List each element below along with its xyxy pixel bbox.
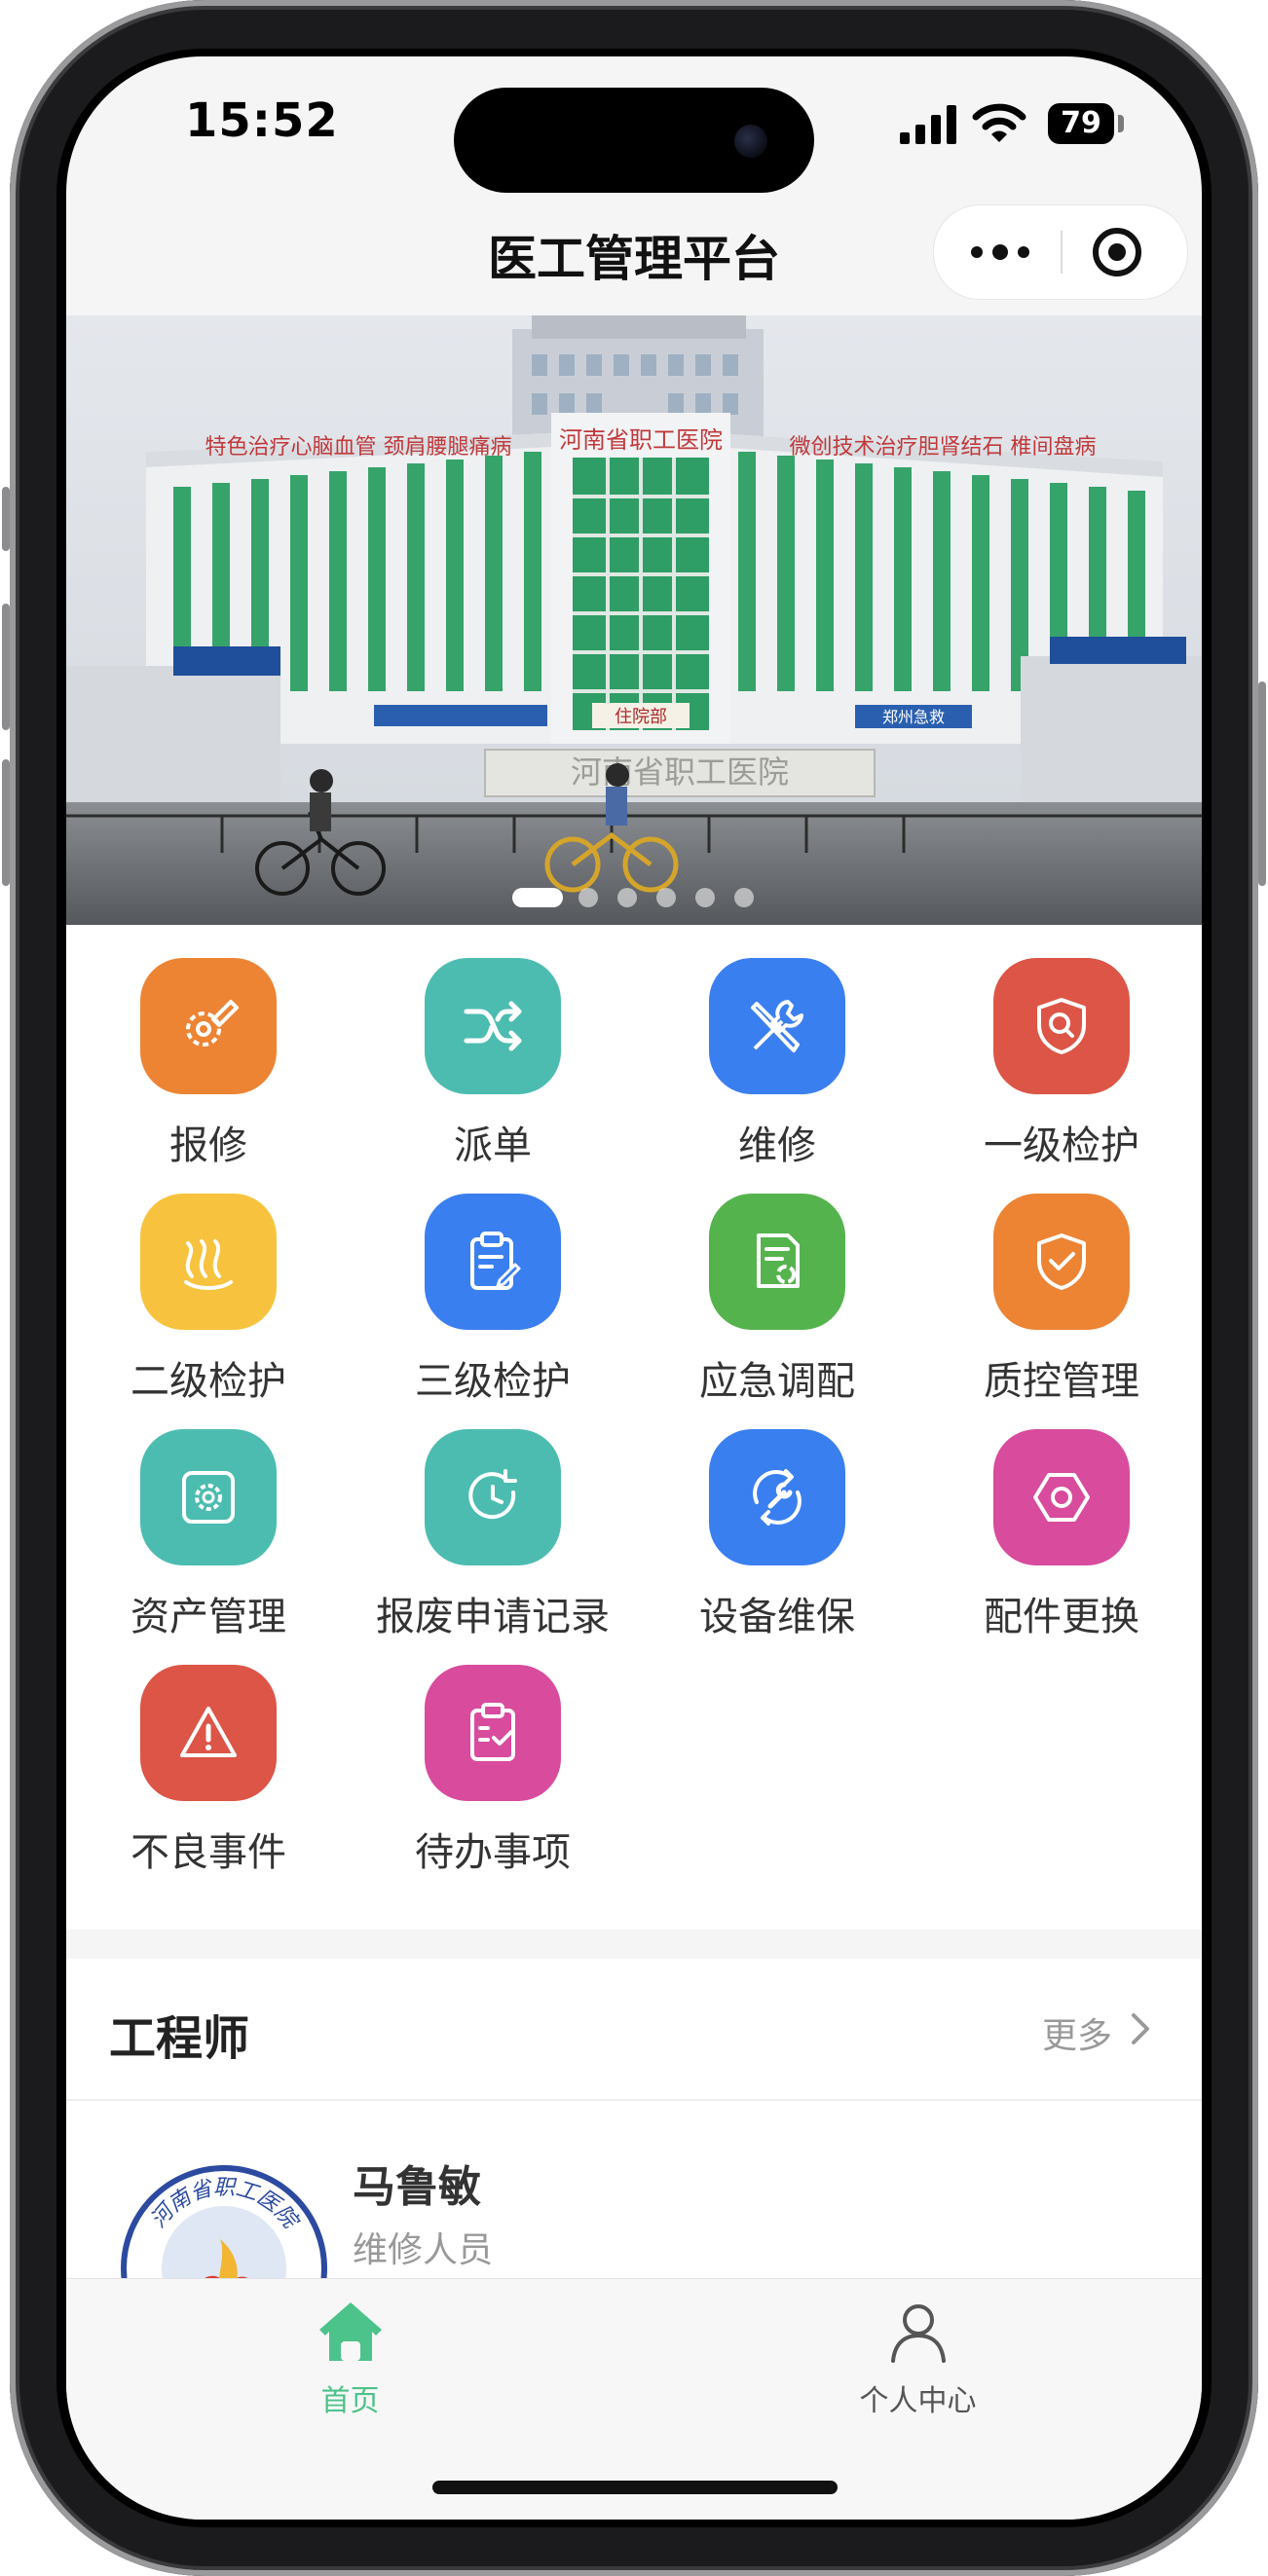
carousel-indicator	[66, 878, 1202, 907]
tab-home[interactable]: 首页	[66, 2279, 634, 2435]
carousel-dot[interactable]	[617, 888, 637, 907]
grid-item-level1-inspection[interactable]: 一级检护	[919, 925, 1202, 1168]
wrench-cycle-icon	[709, 1429, 845, 1565]
grid-item-dispatch[interactable]: 派单	[351, 925, 635, 1168]
wifi-icon	[972, 103, 1026, 142]
shield-check-icon	[993, 1194, 1130, 1330]
grid-item-scrap-records[interactable]: 报废申请记录	[351, 1396, 635, 1639]
carousel-dot[interactable]	[734, 888, 754, 907]
carousel-dot[interactable]	[695, 888, 715, 907]
banner-carousel[interactable]: 特色治疗心脑血管 颈肩腰腿痛病 河南省职工医院 微创技术治疗胆肾结石 椎间盘病 …	[66, 315, 1202, 925]
tab-label: 首页	[320, 2384, 380, 2418]
banner-sign-left: 特色治疗心脑血管 颈肩腰腿痛病	[205, 435, 512, 460]
warning-icon	[140, 1665, 277, 1801]
grid-item-emergency-allocation[interactable]: 应急调配	[635, 1160, 919, 1404]
tab-label: 个人中心	[859, 2384, 977, 2418]
shield-search-icon	[993, 958, 1130, 1094]
checklist-icon	[425, 1665, 561, 1801]
heat-waves-icon	[140, 1194, 277, 1330]
shuffle-icon	[425, 958, 561, 1094]
tab-profile[interactable]: 个人中心	[634, 2279, 1202, 2435]
phone-screen: 15:52 79 医工管理平台 特色治疗心脑血管 颈肩腰腿痛病 河南省职工医院 …	[66, 56, 1202, 2520]
grid-item-quality-control[interactable]: 质控管理	[919, 1160, 1202, 1404]
section-title: 工程师	[109, 2011, 250, 2066]
gear-pencil-icon	[140, 958, 277, 1094]
grid-item-parts-replacement[interactable]: 配件更换	[919, 1396, 1202, 1639]
clipboard-edit-icon	[425, 1194, 561, 1330]
function-grid: 报修 派单 维修 一级检护 二级检护 三级检护 应急调配 质控管理 资产管理 报…	[66, 925, 1202, 1930]
banner-gate-sign: 河南省职工医院	[571, 754, 789, 791]
grid-item-label: 配件更换	[984, 1595, 1139, 1639]
cellular-signal-icon	[900, 105, 956, 144]
banner-kiosk-sign: 郑州急救	[882, 708, 945, 726]
grid-item-level2-inspection[interactable]: 二级检护	[66, 1160, 351, 1404]
grid-item-equipment-maintenance[interactable]: 设备维保	[635, 1396, 919, 1639]
carousel-dot[interactable]	[578, 888, 598, 907]
banner-sign-right: 微创技术治疗胆肾结石 椎间盘病	[790, 435, 1097, 460]
banner-entrance-sign: 住院部	[615, 707, 667, 727]
more-link[interactable]: 更多	[1042, 2007, 1112, 2058]
tools-icon	[709, 958, 845, 1094]
phone-action-button	[2, 487, 10, 551]
engineer-name: 马鲁敏	[353, 2162, 481, 2212]
close-target-icon[interactable]	[1088, 225, 1146, 279]
history-clock-icon	[425, 1429, 561, 1565]
banner-sign-center: 河南省职工医院	[559, 426, 723, 454]
settings-box-icon	[140, 1429, 277, 1565]
grid-item-level3-inspection[interactable]: 三级检护	[351, 1160, 635, 1404]
carousel-dot[interactable]	[656, 888, 676, 907]
more-dots-icon[interactable]	[961, 227, 1039, 277]
grid-item-label: 设备维保	[699, 1595, 855, 1639]
person-icon	[891, 2304, 946, 2363]
grid-item-repair-request[interactable]: 报修	[66, 925, 351, 1168]
document-recycle-icon	[709, 1194, 845, 1330]
status-time: 15:52	[185, 93, 339, 148]
grid-item-maintenance[interactable]: 维修	[635, 925, 919, 1168]
dynamic-island	[454, 88, 814, 193]
carousel-dot-active[interactable]	[512, 888, 563, 907]
home-indicator[interactable]	[432, 2481, 838, 2494]
hex-nut-icon	[993, 1429, 1130, 1565]
divider	[66, 2099, 1202, 2101]
grid-item-label: 不良事件	[131, 1830, 286, 1875]
phone-volume-up-button	[2, 604, 10, 730]
home-icon	[319, 2302, 382, 2361]
grid-item-adverse-events[interactable]: 不良事件	[66, 1632, 351, 1875]
battery-indicator: 79	[1048, 103, 1114, 144]
engineer-role: 维修人员	[353, 2230, 494, 2270]
hospital-banner-image: 特色治疗心脑血管 颈肩腰腿痛病 河南省职工医院 微创技术治疗胆肾结石 椎间盘病 …	[66, 315, 1202, 925]
battery-tip	[1118, 115, 1124, 132]
grid-item-todo[interactable]: 待办事项	[351, 1632, 635, 1875]
front-camera	[734, 125, 767, 158]
chevron-right-icon[interactable]	[1130, 2009, 1151, 2048]
mini-program-capsule	[933, 204, 1188, 300]
phone-volume-down-button	[2, 759, 10, 886]
grid-item-label: 待办事项	[415, 1830, 571, 1875]
phone-power-button	[1258, 681, 1266, 886]
grid-item-asset-management[interactable]: 资产管理	[66, 1396, 351, 1639]
capsule-divider	[1061, 231, 1063, 274]
